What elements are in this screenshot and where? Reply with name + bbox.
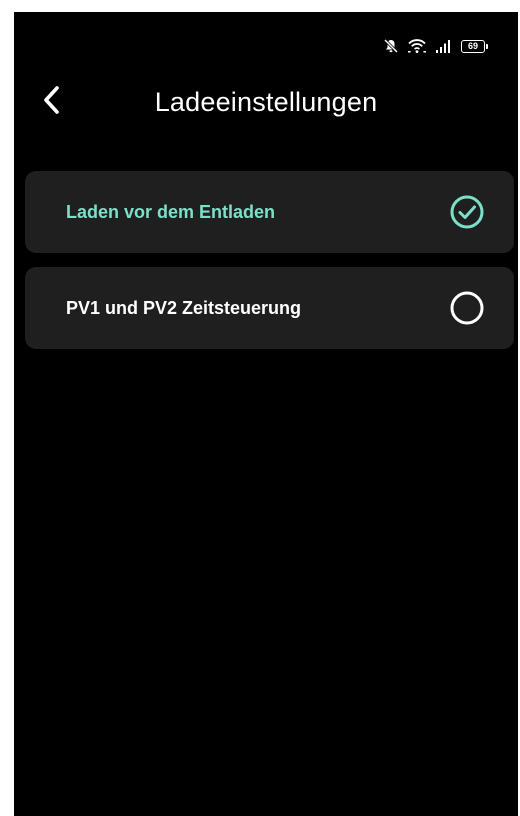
mute-bell-icon (383, 38, 399, 54)
option-label: Laden vor dem Entladen (66, 202, 276, 222)
battery-icon: 69 (461, 39, 488, 53)
app-screen: 69 Ladeeinstellungen Laden vor dem Entla… (14, 12, 518, 816)
option-label: PV1 und PV2 Zeitsteuerung (66, 298, 302, 318)
signal-icon (435, 38, 453, 54)
option-pv-time-control[interactable]: PV1 und PV2 Zeitsteuerung (25, 267, 514, 349)
charging-options-list: Laden vor dem Entladen PV1 und PV2 Zeits… (25, 171, 514, 363)
empty-circle-icon[interactable] (450, 291, 484, 325)
battery-level: 69 (461, 39, 485, 53)
wifi-icon (407, 38, 427, 54)
option-charge-before-discharge[interactable]: Laden vor dem Entladen (25, 171, 514, 253)
status-bar: 69 (383, 36, 488, 56)
page-title: Ladeeinstellungen (154, 87, 378, 117)
check-circle-icon[interactable] (450, 195, 484, 229)
header: Ladeeinstellungen (14, 82, 518, 122)
